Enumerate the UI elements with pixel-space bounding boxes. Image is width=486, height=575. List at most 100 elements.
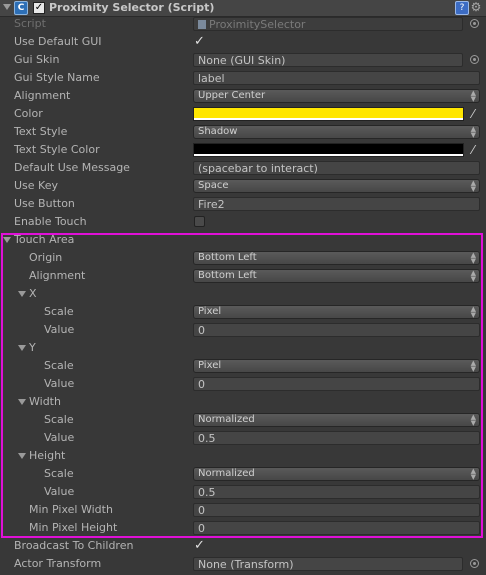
touch-area-foldout[interactable]: Touch Area <box>0 231 486 249</box>
script-asset-icon <box>198 20 206 29</box>
foldout-arrow-icon[interactable] <box>3 4 11 10</box>
color-label: Color <box>14 107 43 120</box>
color-swatch[interactable] <box>193 107 464 121</box>
alignment-row: Alignment Upper Center ▲ ▼ <box>0 87 486 105</box>
component-enabled-checkbox[interactable]: ✓ <box>33 2 45 14</box>
actor-transform-field[interactable]: None (Transform) <box>193 557 463 571</box>
dropdown-arrows-icon: ▲ ▼ <box>470 125 476 139</box>
height-scale-label: Scale <box>44 467 74 480</box>
gui-style-name-field[interactable]: label <box>193 71 480 85</box>
width-scale-value: Normalized <box>198 414 255 425</box>
touch-area-label: Touch Area <box>14 233 75 246</box>
dropdown-arrows-icon: ▲ ▼ <box>470 413 476 427</box>
default-use-message-row: Default Use Message (spacebar to interac… <box>0 159 486 177</box>
text-style-color-swatch[interactable] <box>193 143 464 157</box>
use-key-value: Space <box>198 180 229 191</box>
touch-alignment-dropdown[interactable]: Bottom Left ▲ ▼ <box>193 269 480 283</box>
gui-skin-field[interactable]: None (GUI Skin) <box>193 53 463 67</box>
broadcast-to-children-checkbox[interactable]: ✓ <box>194 539 205 552</box>
min-pixel-width-label: Min Pixel Width <box>29 503 113 516</box>
dropdown-arrows-icon: ▲ ▼ <box>470 179 476 193</box>
x-label: X <box>29 287 37 300</box>
x-scale-row: Scale Pixel ▲ ▼ <box>0 303 486 321</box>
x-value-row: Value 0 <box>0 321 486 339</box>
eyedropper-icon[interactable]: ⁄ <box>466 107 480 121</box>
script-label: Script <box>14 17 46 30</box>
object-picker-icon <box>470 19 479 28</box>
width-scale-dropdown[interactable]: Normalized ▲ ▼ <box>193 413 480 427</box>
origin-label: Origin <box>29 251 63 264</box>
x-value-field[interactable]: 0 <box>193 323 480 337</box>
eyedropper-icon[interactable]: ⁄ <box>466 143 480 157</box>
y-scale-value: Pixel <box>198 360 222 371</box>
dropdown-arrows-icon: ▲ ▼ <box>470 467 476 481</box>
script-field: ProximitySelector <box>193 17 463 31</box>
min-pixel-height-label: Min Pixel Height <box>29 521 118 534</box>
x-scale-dropdown[interactable]: Pixel ▲ ▼ <box>193 305 480 319</box>
use-key-dropdown[interactable]: Space ▲ ▼ <box>193 179 480 193</box>
alpha-bar <box>194 118 463 120</box>
width-scale-row: Scale Normalized ▲ ▼ <box>0 411 486 429</box>
foldout-arrow-icon[interactable] <box>18 291 26 297</box>
use-default-gui-row: Use Default GUI ✓ <box>0 33 486 51</box>
height-scale-dropdown[interactable]: Normalized ▲ ▼ <box>193 467 480 481</box>
use-default-gui-checkbox[interactable]: ✓ <box>194 35 205 48</box>
broadcast-to-children-label: Broadcast To Children <box>14 539 134 552</box>
foldout-arrow-icon[interactable] <box>3 237 11 243</box>
use-button-field[interactable]: Fire2 <box>193 197 480 211</box>
use-key-label: Use Key <box>14 179 58 192</box>
min-pixel-width-field[interactable]: 0 <box>193 503 480 517</box>
foldout-arrow-icon[interactable] <box>18 345 26 351</box>
dropdown-arrows-icon: ▲ ▼ <box>470 89 476 103</box>
color-row: Color ⁄ <box>0 105 486 123</box>
gui-style-name-row: Gui Style Name label <box>0 69 486 87</box>
min-pixel-height-field[interactable]: 0 <box>193 521 480 535</box>
text-style-dropdown[interactable]: Shadow ▲ ▼ <box>193 125 480 139</box>
y-scale-row: Scale Pixel ▲ ▼ <box>0 357 486 375</box>
y-foldout[interactable]: Y <box>0 339 486 357</box>
height-value-field[interactable]: 0.5 <box>193 485 480 499</box>
foldout-arrow-icon[interactable] <box>18 399 26 405</box>
y-value-field[interactable]: 0 <box>193 377 480 391</box>
dropdown-arrows-icon: ▲ ▼ <box>470 305 476 319</box>
touch-alignment-label: Alignment <box>29 269 86 282</box>
y-scale-dropdown[interactable]: Pixel ▲ ▼ <box>193 359 480 373</box>
y-scale-label: Scale <box>44 359 74 372</box>
object-picker-icon[interactable] <box>470 559 479 568</box>
default-use-message-field[interactable]: (spacebar to interact) <box>193 161 480 175</box>
enable-touch-label: Enable Touch <box>14 215 87 228</box>
enable-touch-checkbox[interactable] <box>194 216 205 227</box>
foldout-arrow-icon[interactable] <box>18 453 26 459</box>
width-value-row: Value 0.5 <box>0 429 486 447</box>
x-foldout[interactable]: X <box>0 285 486 303</box>
dropdown-arrows-icon: ▲ ▼ <box>470 269 476 283</box>
origin-value: Bottom Left <box>198 252 257 263</box>
width-value-field[interactable]: 0.5 <box>193 431 480 445</box>
height-scale-row: Scale Normalized ▲ ▼ <box>0 465 486 483</box>
text-style-row: Text Style Shadow ▲ ▼ <box>0 123 486 141</box>
width-label: Width <box>29 395 61 408</box>
enable-touch-row: Enable Touch <box>0 213 486 231</box>
height-foldout[interactable]: Height <box>0 447 486 465</box>
width-foldout[interactable]: Width <box>0 393 486 411</box>
y-value-label: Value <box>44 377 75 390</box>
script-value: ProximitySelector <box>209 18 306 31</box>
use-default-gui-label: Use Default GUI <box>14 35 102 48</box>
use-key-row: Use Key Space ▲ ▼ <box>0 177 486 195</box>
x-value-label: Value <box>44 323 75 336</box>
y-value-row: Value 0 <box>0 375 486 393</box>
x-scale-label: Scale <box>44 305 74 318</box>
object-picker-icon[interactable] <box>470 55 479 64</box>
height-scale-value: Normalized <box>198 468 255 479</box>
use-button-row: Use Button Fire2 <box>0 195 486 213</box>
alignment-dropdown[interactable]: Upper Center ▲ ▼ <box>193 89 480 103</box>
origin-dropdown[interactable]: Bottom Left ▲ ▼ <box>193 251 480 265</box>
text-style-value: Shadow <box>198 126 238 137</box>
gear-icon[interactable]: ⚙ <box>470 1 482 13</box>
width-scale-label: Scale <box>44 413 74 426</box>
gui-skin-row: Gui Skin None (GUI Skin) <box>0 51 486 69</box>
broadcast-to-children-row: Broadcast To Children ✓ <box>0 537 486 555</box>
width-value-label: Value <box>44 431 75 444</box>
help-icon[interactable]: ? <box>455 1 469 15</box>
script-row: Script ProximitySelector <box>0 15 486 33</box>
